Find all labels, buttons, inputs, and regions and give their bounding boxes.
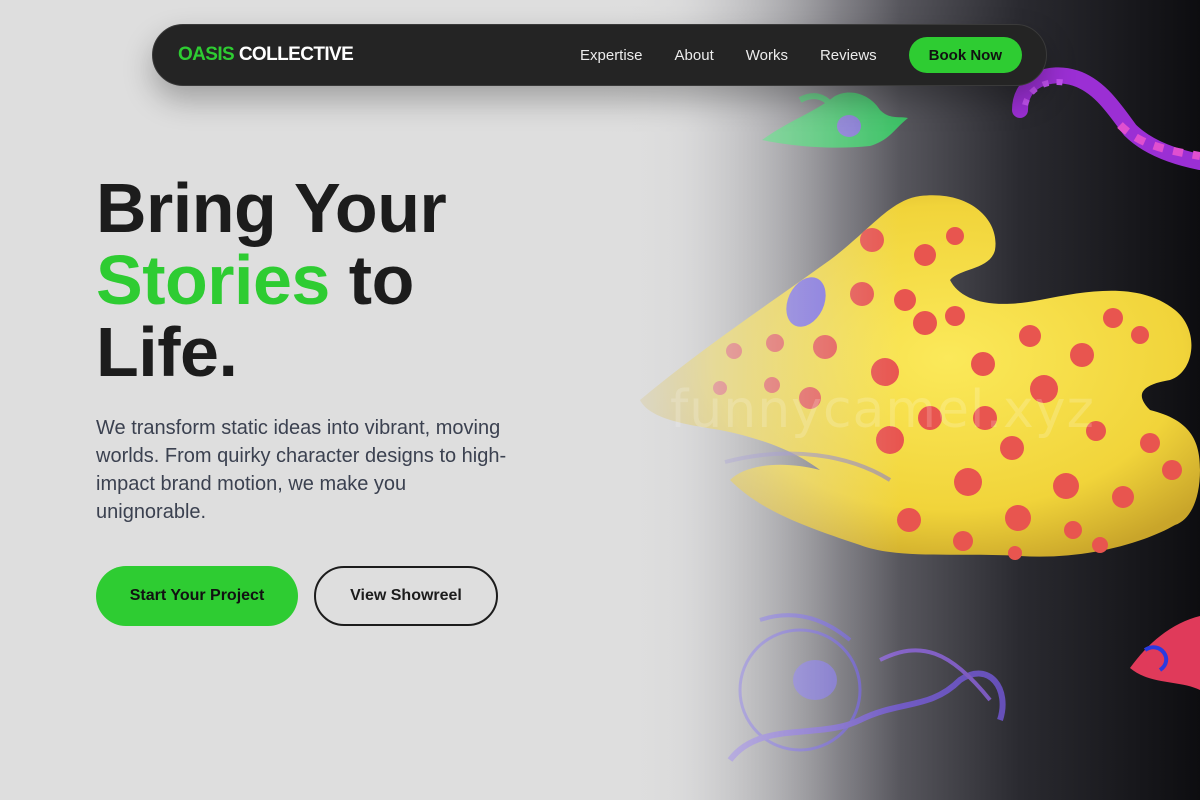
headline-line1: Bring Your xyxy=(96,169,447,247)
hero-headline: Bring Your Stories to Life. xyxy=(96,172,616,388)
top-nav-bar: OASIS COLLECTIVE Expertise About Works R… xyxy=(152,24,1047,86)
nav-link-expertise[interactable]: Expertise xyxy=(580,47,643,64)
nav-links: Expertise About Works Reviews Book Now xyxy=(580,37,1022,73)
hero-subtitle: We transform static ideas into vibrant, … xyxy=(96,417,507,523)
headline-highlight: Stories xyxy=(96,241,330,319)
book-now-button[interactable]: Book Now xyxy=(908,37,1022,73)
headline-line2-rest: to xyxy=(329,241,415,319)
view-showreel-button[interactable]: View Showreel xyxy=(314,566,498,626)
watermark-text: funnycamel.xyz xyxy=(670,380,1095,440)
brand-logo-part1: OASIS xyxy=(178,44,235,65)
headline-line3: Life. xyxy=(96,313,238,391)
start-project-button[interactable]: Start Your Project xyxy=(96,566,298,626)
nav-link-about[interactable]: About xyxy=(675,47,714,64)
page: funnycamel.xyz OASIS COLLECTIVE Expertis… xyxy=(0,0,1200,800)
brand-logo[interactable]: OASIS COLLECTIVE xyxy=(178,44,354,66)
nav-link-works[interactable]: Works xyxy=(746,47,788,64)
brand-logo-part2: COLLECTIVE xyxy=(238,44,354,65)
nav-link-reviews[interactable]: Reviews xyxy=(820,47,877,64)
